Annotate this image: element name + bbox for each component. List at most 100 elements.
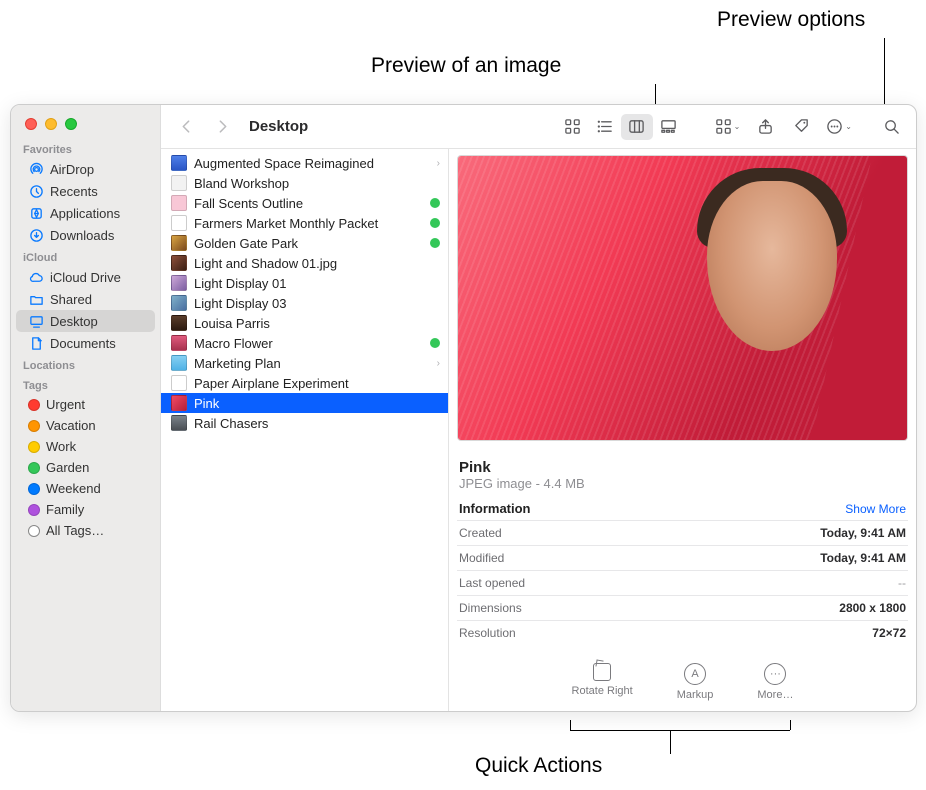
sidebar: Favorites AirDropRecentsApplicationsDown…	[11, 105, 161, 711]
view-gallery-button[interactable]	[653, 114, 685, 140]
file-row[interactable]: Louisa Parris	[161, 313, 448, 333]
sidebar-tag-work[interactable]: Work	[16, 436, 155, 457]
sidebar-tag-urgent[interactable]: Urgent	[16, 394, 155, 415]
tag-dot-icon	[28, 399, 40, 411]
show-more-link[interactable]: Show More	[845, 502, 906, 516]
sidebar-item-downloads[interactable]: Downloads	[16, 224, 155, 246]
cloud-icon	[28, 269, 44, 285]
desktop-icon	[28, 313, 44, 329]
sidebar-tag-family[interactable]: Family	[16, 499, 155, 520]
sidebar-item-label: Garden	[46, 460, 89, 475]
downloads-icon	[28, 227, 44, 243]
file-row[interactable]: Paper Airplane Experiment	[161, 373, 448, 393]
file-icon	[171, 235, 187, 251]
sidebar-item-desktop[interactable]: Desktop	[16, 310, 155, 332]
airdrop-icon	[28, 161, 44, 177]
file-row[interactable]: Bland Workshop	[161, 173, 448, 193]
file-row[interactable]: Fall Scents Outline	[161, 193, 448, 213]
sidebar-item-airdrop[interactable]: AirDrop	[16, 158, 155, 180]
more-actions-button[interactable]: ··· More…	[757, 663, 793, 701]
sidebar-item-label: All Tags…	[46, 523, 104, 538]
tag-dot-icon	[28, 441, 40, 453]
sidebar-item-icloud-drive[interactable]: iCloud Drive	[16, 266, 155, 288]
file-row[interactable]: Farmers Market Monthly Packet	[161, 213, 448, 233]
sidebar-item-documents[interactable]: Documents	[16, 332, 155, 354]
info-value: Today, 9:41 AM	[820, 526, 906, 540]
file-column[interactable]: Augmented Space Reimagined› Bland Worksho…	[161, 149, 449, 711]
forward-button[interactable]	[207, 114, 237, 140]
preview-thumbnail[interactable]	[457, 155, 908, 441]
sidebar-item-label: Applications	[50, 206, 120, 221]
sidebar-item-applications[interactable]: Applications	[16, 202, 155, 224]
file-row[interactable]: Rail Chasers	[161, 413, 448, 433]
close-window-button[interactable]	[25, 118, 37, 130]
file-icon	[171, 335, 187, 351]
file-icon	[171, 175, 187, 191]
file-icon	[171, 275, 187, 291]
sidebar-item-recents[interactable]: Recents	[16, 180, 155, 202]
file-row[interactable]: Light Display 01	[161, 273, 448, 293]
columns-area: Augmented Space Reimagined› Bland Worksho…	[161, 149, 916, 711]
file-row[interactable]: Macro Flower	[161, 333, 448, 353]
docs-icon	[28, 335, 44, 351]
sidebar-item-label: Work	[46, 439, 76, 454]
group-by-menu[interactable]: ⌄	[711, 118, 745, 135]
sidebar-item-shared[interactable]: Shared	[16, 288, 155, 310]
info-value: 2800 x 1800	[839, 601, 906, 615]
tags-button[interactable]	[786, 114, 816, 140]
back-button[interactable]	[171, 114, 201, 140]
sidebar-item-label: Desktop	[50, 314, 98, 329]
info-row: Dimensions2800 x 1800	[457, 595, 908, 620]
file-name: Fall Scents Outline	[194, 196, 423, 211]
file-name: Rail Chasers	[194, 416, 440, 431]
zoom-window-button[interactable]	[65, 118, 77, 130]
view-mode-segment	[557, 114, 685, 140]
file-icon	[171, 395, 187, 411]
sidebar-tag-garden[interactable]: Garden	[16, 457, 155, 478]
action-menu[interactable]: ⌄	[822, 118, 856, 135]
apps-icon	[28, 205, 44, 221]
info-row: CreatedToday, 9:41 AM	[457, 520, 908, 545]
toolbar-title: Desktop	[249, 118, 308, 135]
file-row[interactable]: Augmented Space Reimagined›	[161, 153, 448, 173]
file-name: Paper Airplane Experiment	[194, 376, 440, 391]
sidebar-item-label: iCloud Drive	[50, 270, 121, 285]
sidebar-tag-all-tags-[interactable]: All Tags…	[16, 520, 155, 541]
view-list-button[interactable]	[589, 114, 621, 140]
preview-pane: Pink JPEG image - 4.4 MB Information Sho…	[449, 149, 916, 711]
markup-button[interactable]: A Markup	[677, 663, 714, 701]
rotate-label: Rotate Right	[572, 685, 633, 697]
file-name: Bland Workshop	[194, 176, 440, 191]
sidebar-item-label: Downloads	[50, 228, 114, 243]
callout-bracket-stem	[670, 730, 671, 754]
finder-window: Favorites AirDropRecentsApplicationsDown…	[10, 104, 917, 712]
sidebar-item-label: Weekend	[46, 481, 101, 496]
view-columns-button[interactable]	[621, 114, 653, 140]
file-name: Light Display 03	[194, 296, 440, 311]
callout-preview-options: Preview options	[717, 8, 865, 32]
file-name: Farmers Market Monthly Packet	[194, 216, 423, 231]
share-button[interactable]	[750, 114, 780, 140]
minimize-window-button[interactable]	[45, 118, 57, 130]
sidebar-tag-vacation[interactable]: Vacation	[16, 415, 155, 436]
file-row[interactable]: Light and Shadow 01.jpg	[161, 253, 448, 273]
file-icon	[171, 375, 187, 391]
preview-subtitle: JPEG image - 4.4 MB	[457, 476, 908, 491]
info-key: Last opened	[459, 576, 525, 590]
file-row[interactable]: Light Display 03	[161, 293, 448, 313]
file-name: Pink	[194, 396, 440, 411]
rotate-icon	[593, 663, 611, 681]
rotate-right-button[interactable]: Rotate Right	[572, 663, 633, 701]
sidebar-tag-weekend[interactable]: Weekend	[16, 478, 155, 499]
file-row[interactable]: Pink	[161, 393, 448, 413]
file-icon	[171, 155, 187, 171]
shared-icon	[28, 291, 44, 307]
search-button[interactable]	[876, 114, 906, 140]
file-row[interactable]: Golden Gate Park	[161, 233, 448, 253]
file-icon	[171, 415, 187, 431]
chevron-right-icon: ›	[437, 358, 440, 369]
sidebar-item-label: Urgent	[46, 397, 85, 412]
file-name: Louisa Parris	[194, 316, 440, 331]
view-icons-button[interactable]	[557, 114, 589, 140]
file-row[interactable]: Marketing Plan›	[161, 353, 448, 373]
